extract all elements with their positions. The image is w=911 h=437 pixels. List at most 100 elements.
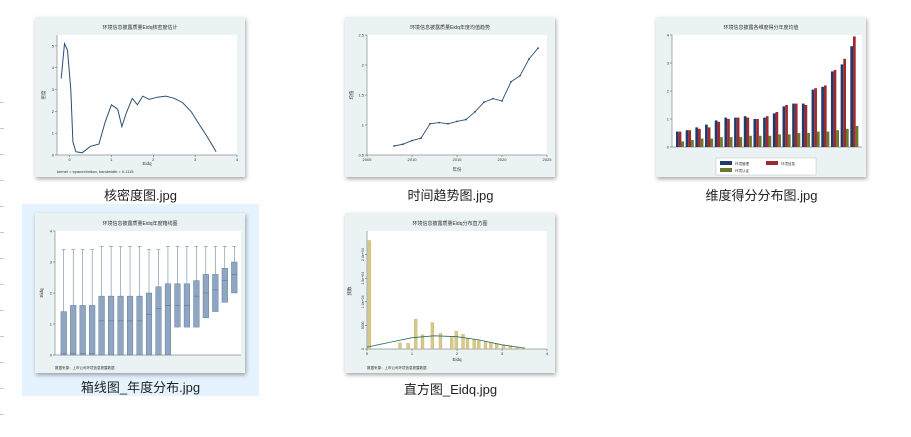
dims-bar [714,120,718,147]
hist-caption: 数据来源：上市公司环境信息披露数据 [367,365,427,370]
dims-bar [850,46,854,148]
trend-x-tick: 2010 [408,157,418,162]
dims-bar [739,137,743,147]
dims-bar [743,116,747,147]
box-box [127,295,134,356]
box-caption: 数据来源：上市公司环境信息披露数据 [55,365,115,370]
dims-bar [792,103,795,147]
dims-legend-1: 环境管理 [735,161,749,166]
file-name-kde: 核密度图.jpg [104,188,177,203]
dims-bar [804,105,808,147]
hist-bar [398,342,402,350]
dims-bar [853,36,856,147]
dims-legend-2: 环境信息 [781,161,795,166]
dims-plot: 环境信息披露各维度得分年度均值 01234 环境管理 环境信息 环境认证 [656,17,866,177]
box-box [231,261,238,294]
hist-bar [477,340,481,350]
thumbnail-kde: 环境信息披露质量Eidq核密度估计 01234501234 Eidq 密度 ke… [35,17,245,177]
trend-x-tick: 2015 [453,157,463,162]
kde-plot: 环境信息披露质量Eidq核密度估计 0123450 1 2 3 4 Eidq 密度 ke… [35,17,245,177]
dims-bar [826,131,830,147]
dims-bar [753,119,757,147]
thumbnail-dims: 环境信息披露各维度得分年度均值 01234 环境管理 环境信息 环境认证 [656,17,866,177]
dims-title: 环境信息披露各维度得分年度均值 [723,24,798,31]
hist-xlabel: Eidq [452,357,462,362]
trend-point [483,101,485,104]
dims-bar [746,117,750,147]
file-tile-trend[interactable]: 环境信息披露质量Eidq年度均值趋势 0.5 1 1.5 2 2.5 2005 2010 20… [332,8,569,203]
file-name-dims: 维度得分分布图.jpg [705,188,818,203]
trend-point [429,122,431,125]
trend-point [438,121,440,124]
dims-bar [801,103,805,147]
file-tile-box[interactable]: 环境信息披露质量Eidq年度箱线图 01234 Eidq 数据来源：上市公司环境… [22,204,259,396]
trend-x-tick: 2005 [363,157,373,162]
trend-x-tick: 2020 [498,157,508,162]
hist-bar [489,342,493,350]
dims-bar [765,116,769,147]
box-box [98,295,105,356]
dims-bar [830,71,834,147]
trend-point [492,97,494,100]
dims-bar [749,135,752,147]
dims-bar [807,133,810,147]
dims-bar [691,140,694,147]
hist-y-tick: 2.0e+04 [361,248,365,261]
file-name-trend: 时间趋势图.jpg [407,188,494,203]
dims-bar [707,127,711,147]
hist-title: 环境信息披露质量Eidq分布直方图 [412,220,487,227]
file-tile-hist[interactable]: 环境信息披露质量Eidq分布直方图 0 5000 1.0e+04 1.5e+04 2.0… [332,204,569,398]
dims-bar [840,64,844,147]
dims-bar [836,130,840,147]
file-tile-kde[interactable]: 环境信息披露质量Eidq核密度估计 01234501234 Eidq 密度 ke… [22,8,259,203]
box-box [79,305,86,356]
hist-plot: 环境信息披露质量Eidq分布直方图 0 5000 1.0e+04 1.5e+04 2.0… [345,213,555,373]
box-box [193,280,200,328]
hist-bar [454,330,458,350]
hist-bar [367,240,372,350]
file-name-hist: 直方图_Eidq.jpg [403,382,498,397]
hist-bar [495,343,499,350]
dims-bar [720,137,723,147]
hist-y-tick: 1.5e+04 [361,272,365,285]
hist-ylabel: 频数 [346,286,353,295]
box-box [202,274,209,319]
file-tile-dims[interactable]: 环境信息披露各维度得分年度均值 01234 环境管理 环境信息 环境认证 维度得… [643,8,880,203]
trend-point [420,137,422,140]
dims-bar [775,112,779,147]
box-box [145,292,153,356]
thumbnail-box: 环境信息披露质量Eidq年度箱线图 01234 Eidq 数据来源：上市公司环境… [35,213,245,373]
box-title: 环境信息披露质量Eidq年度箱线图 [102,220,177,227]
trend-ylabel: 均值 [348,90,355,99]
dims-bar [676,131,679,147]
box-box [212,274,219,312]
dims-bar [736,117,740,147]
hist-bar [414,319,418,350]
dims-bar [772,113,776,147]
trend-point [501,100,503,102]
trend-plot: 环境信息披露质量Eidq年度均值趋势 0.511.522.52005 2010 20… [345,17,555,177]
dims-bar [756,119,759,147]
box-ylabel: Eidq [39,288,44,298]
dims-bar [758,135,762,147]
dims-legend-3: 环境认证 [735,168,749,173]
dims-bar [768,135,772,147]
trend-point [510,80,512,83]
hist-y-tick: 5000 [361,321,365,329]
dims-legend-swatch-3 [720,168,732,172]
dims-bar [846,128,849,147]
dims-bar [724,117,728,147]
dims-bar [727,119,730,147]
dims-bar [678,131,682,147]
hist-bar [461,334,465,350]
trend-point [456,120,458,123]
hist-bar [472,338,476,350]
kde-title: 环境信息披露质量Eidq核密度估计 [102,24,177,31]
kde-ylabel: 密度 [40,90,47,99]
dims-bar [700,138,704,147]
trend-point [519,74,521,77]
box-box [60,311,67,356]
dims-bar [855,126,859,147]
dims-bar [821,86,824,147]
trend-x-tick: 2025 [543,157,553,162]
